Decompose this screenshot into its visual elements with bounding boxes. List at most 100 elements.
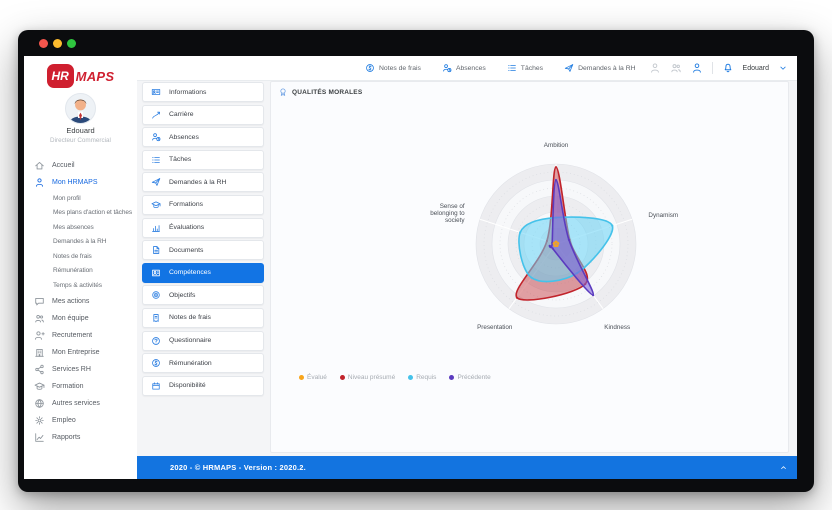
radar-axis-label: Kindness: [604, 324, 630, 331]
submenu-item-carri-re[interactable]: Carrière: [142, 105, 264, 125]
logo-hr-mark: HR: [47, 64, 74, 88]
sidebar-item-mon-hrmaps[interactable]: Mon HRMAPS: [24, 174, 137, 191]
building-icon: [34, 347, 45, 358]
footer-bar: 2020 - © HRMAPS - Version : 2020.2.: [137, 456, 797, 479]
submenu-item-demandes-la-rh[interactable]: Demandes à la RH: [142, 172, 264, 192]
legend-item-requis[interactable]: Requis: [408, 374, 436, 381]
user-role: Directeur Commercial: [24, 137, 137, 144]
gear-icon: [34, 415, 45, 426]
chevron-up-icon[interactable]: [779, 463, 788, 472]
topnav-item-demandes-la-rh[interactable]: Demandes à la RH: [564, 63, 635, 73]
submenu-item-label: Formations: [169, 201, 203, 208]
footer-version-text: 2020 - © HRMAPS - Version : 2020.2.: [170, 463, 306, 472]
question-icon: [151, 336, 161, 346]
fullscreen-window-button[interactable]: [67, 39, 76, 48]
topnav-item-notes-de-frais[interactable]: Notes de frais: [365, 63, 421, 73]
legend-dot: [449, 375, 454, 380]
submenu-item-t-ches[interactable]: Tâches: [142, 150, 264, 170]
sidebar-subitem-temps-activit-s[interactable]: Temps & activités: [24, 278, 137, 293]
document-icon: [151, 245, 161, 255]
submenu-item-absences[interactable]: Absences: [142, 127, 264, 147]
sidebar-item-label: Mes actions: [52, 298, 89, 305]
team-icon[interactable]: [670, 62, 682, 74]
legend-item-pr-c-dente[interactable]: Précédente: [449, 374, 490, 381]
header-user-name[interactable]: Edouard: [743, 65, 769, 72]
hrmaps-logo[interactable]: HR MAPS: [24, 62, 137, 90]
sidebar-item-mes-actions[interactable]: Mes actions: [24, 293, 137, 310]
sidebar-subitem-r-mun-ration[interactable]: Rémunération: [24, 264, 137, 279]
submenu-item-label: Objectifs: [169, 292, 195, 299]
topnav-item-label: Demandes à la RH: [578, 65, 635, 72]
sidebar-item-rapports[interactable]: Rapports: [24, 429, 137, 446]
avatar-illustration: [66, 94, 95, 123]
sidebar-item-services-rh[interactable]: Services RH: [24, 361, 137, 378]
submenu-item--valuations[interactable]: Évaluations: [142, 218, 264, 238]
close-window-button[interactable]: [39, 39, 48, 48]
submenu-item-r-mun-ration[interactable]: Rémunération: [142, 353, 264, 373]
topnav-item-t-ches[interactable]: Tâches: [507, 63, 543, 73]
radar-axis-label: Ambition: [544, 142, 569, 149]
competences-panel: QUALITÉS MORALES AmbitionDynamismKindnes…: [270, 81, 789, 453]
sidebar-item-accueil[interactable]: Accueil: [24, 157, 137, 174]
sidebar-item-label: Services RH: [52, 366, 91, 373]
sidebar-item-empleo[interactable]: Empleo: [24, 412, 137, 429]
person-icon: [34, 177, 45, 188]
sidebar-subitem-notes-de-frais[interactable]: Notes de frais: [24, 249, 137, 264]
submenu-item-label: Rémunération: [169, 360, 212, 367]
evaluations-icon: [151, 223, 161, 233]
app-window: HR MAPS Edouard Directeur Commercial Acc…: [18, 30, 814, 492]
sidebar-item-label: Rapports: [52, 434, 80, 441]
send-icon: [151, 177, 161, 187]
legend-item--valu-[interactable]: Évalué: [299, 374, 327, 381]
chart-legend: Évalué Niveau présumé Requis Précédente: [299, 374, 491, 381]
sidebar-item-label: Accueil: [52, 162, 75, 169]
topnav-item-label: Tâches: [521, 65, 543, 72]
screenshot-stage: HR MAPS Edouard Directeur Commercial Acc…: [0, 0, 832, 510]
legend-label: Requis: [416, 374, 436, 381]
sidebar-subitem-mes-absences[interactable]: Mes absences: [24, 220, 137, 235]
legend-dot: [408, 375, 413, 380]
topnav-item-label: Absences: [456, 65, 486, 72]
sidebar-item-autres-services[interactable]: Autres services: [24, 395, 137, 412]
submenu-item-comp-tences[interactable]: Compétences: [142, 263, 264, 283]
topnav-item-absences[interactable]: Absences: [442, 63, 486, 73]
sidebar-subitem-mes-plans-d-action-et-t-ches[interactable]: Mes plans d'action et tâches: [24, 206, 137, 221]
legend-dot: [340, 375, 345, 380]
chart-icon: [34, 432, 45, 443]
user-avatar[interactable]: [65, 93, 96, 124]
sidebar-nav: Accueil Mon HRMAPSMon profilMes plans d'a…: [24, 157, 137, 446]
submenu-item-notes-de-frais[interactable]: Notes de frais: [142, 308, 264, 328]
graduation-icon: [151, 200, 161, 210]
minimize-window-button[interactable]: [53, 39, 62, 48]
profile-icon[interactable]: [691, 62, 703, 74]
sidebar-item-mon-quipe[interactable]: Mon équipe: [24, 310, 137, 327]
submenu-item-label: Compétences: [169, 269, 211, 276]
content-area: Informations CarrièreAbsences TâchesDemand…: [137, 81, 797, 456]
submenu-item-label: Évaluations: [169, 224, 204, 231]
user-name: Edouard: [24, 126, 137, 135]
main-column: Notes de fraisAbsencesTâchesDemandes à l…: [137, 56, 797, 479]
top-header: Notes de frais Absences Tâches Demandes à l…: [137, 56, 797, 81]
sidebar-subitem-mon-profil[interactable]: Mon profil: [24, 191, 137, 206]
radar-axis-label: Dynamism: [648, 212, 678, 219]
sidebar-item-formation[interactable]: Formation: [24, 378, 137, 395]
notifications-bell-icon[interactable]: [722, 62, 734, 74]
employee-icon[interactable]: [649, 62, 661, 74]
legend-item-niveau-pr-sum-[interactable]: Niveau présumé: [340, 374, 395, 381]
legend-label: Niveau présumé: [348, 374, 395, 381]
share-icon: [34, 364, 45, 375]
submenu-item-disponibilit-[interactable]: Disponibilité: [142, 376, 264, 396]
sidebar-subitem-demandes-la-rh[interactable]: Demandes à la RH: [24, 235, 137, 250]
sidebar-item-label: Mon équipe: [52, 315, 89, 322]
chevron-down-icon[interactable]: [778, 63, 788, 73]
submenu-item-questionnaire[interactable]: Questionnaire: [142, 331, 264, 351]
sidebar-item-label: Autres services: [52, 400, 100, 407]
submenu-item-objectifs[interactable]: Objectifs: [142, 285, 264, 305]
sidebar-item-recrutement[interactable]: Recrutement: [24, 327, 137, 344]
submenu-item-formations[interactable]: Formations: [142, 195, 264, 215]
submenu-item-informations[interactable]: Informations: [142, 82, 264, 102]
money-icon: [151, 358, 161, 368]
sidebar-item-mon-entreprise[interactable]: Mon Entreprise: [24, 344, 137, 361]
person-plus-icon: [34, 330, 45, 341]
submenu-item-documents[interactable]: Documents: [142, 240, 264, 260]
